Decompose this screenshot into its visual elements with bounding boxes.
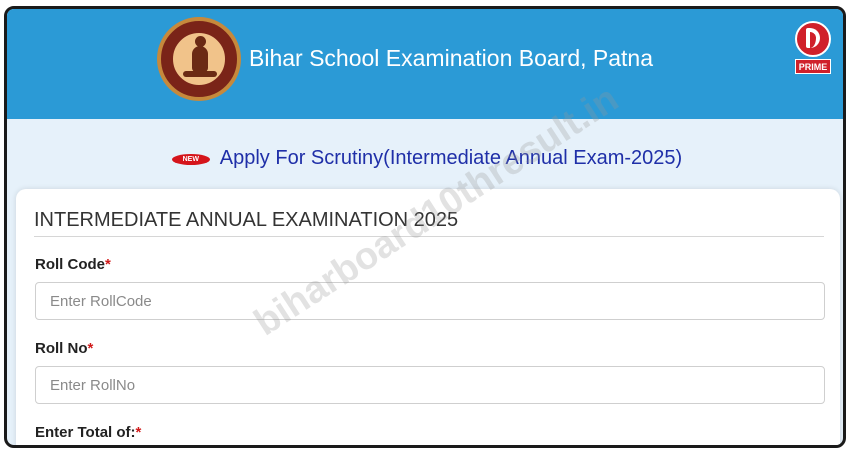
site-header: Bihar School Examination Board, Patna PR… bbox=[7, 9, 843, 119]
required-mark: * bbox=[105, 256, 111, 273]
new-badge-icon: NEW bbox=[168, 148, 214, 170]
roll-code-label: Roll Code* bbox=[35, 256, 111, 273]
browser-frame: Bihar School Examination Board, Patna PR… bbox=[4, 6, 846, 448]
required-mark: * bbox=[135, 424, 142, 441]
total-of-label: Enter Total of:* bbox=[35, 424, 142, 441]
form-title: INTERMEDIATE ANNUAL EXAMINATION 2025 bbox=[34, 209, 459, 231]
roll-no-input[interactable] bbox=[35, 366, 825, 404]
title-divider bbox=[34, 236, 824, 237]
form-card: INTERMEDIATE ANNUAL EXAMINATION 2025 Rol… bbox=[16, 189, 840, 445]
required-mark: * bbox=[87, 340, 94, 357]
prime-logo-icon[interactable]: PRIME bbox=[795, 21, 831, 77]
apply-scrutiny-link[interactable]: Apply For Scrutiny(Intermediate Annual E… bbox=[220, 147, 682, 169]
prime-label: PRIME bbox=[795, 59, 831, 74]
roll-code-input[interactable] bbox=[35, 282, 825, 320]
bseb-emblem-icon bbox=[157, 17, 241, 101]
site-title: Bihar School Examination Board, Patna bbox=[249, 45, 654, 71]
roll-no-label: Roll No* bbox=[35, 340, 94, 357]
scrutiny-notice: NEW Apply For Scrutiny(Intermediate Annu… bbox=[7, 147, 843, 170]
